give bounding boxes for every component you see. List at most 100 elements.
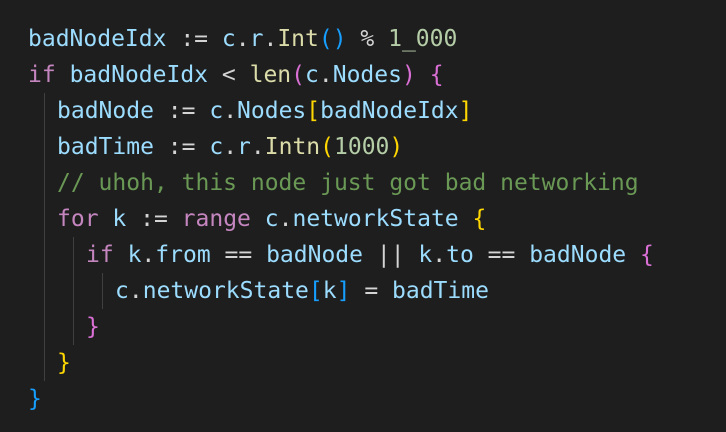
code-line-6: for k := range c.networkState { bbox=[0, 201, 726, 237]
code-line-2: if badNodeIdx < len(c.Nodes) { bbox=[0, 57, 726, 93]
token: . bbox=[128, 278, 143, 304]
indent-guide bbox=[73, 237, 74, 273]
token: } bbox=[86, 314, 100, 340]
token: . bbox=[263, 26, 278, 52]
indent-guide bbox=[102, 273, 103, 309]
token: badTime bbox=[392, 278, 489, 304]
code-line-8: c.networkState[k] = badTime bbox=[0, 273, 726, 309]
indent-guide bbox=[44, 237, 45, 273]
token: . bbox=[318, 62, 333, 88]
token: c bbox=[305, 62, 319, 88]
token: == bbox=[473, 242, 530, 268]
token: . bbox=[250, 134, 265, 160]
token: badNodeIdx bbox=[320, 98, 459, 124]
token: . bbox=[141, 242, 156, 268]
token: ) bbox=[401, 62, 416, 88]
token: || bbox=[363, 242, 419, 268]
token: c bbox=[209, 98, 224, 124]
token: { bbox=[472, 206, 487, 232]
indent-guide bbox=[44, 129, 45, 165]
code-line-3: badNode := c.Nodes[badNodeIdx] bbox=[0, 93, 726, 129]
token: ) bbox=[389, 134, 404, 160]
token: ] bbox=[458, 98, 473, 124]
token: from bbox=[155, 242, 211, 268]
token: for bbox=[57, 206, 99, 232]
token: . bbox=[432, 242, 447, 268]
token: [ bbox=[308, 278, 323, 304]
token: badTime bbox=[57, 134, 154, 160]
token: r bbox=[249, 26, 264, 52]
token: networkState bbox=[142, 278, 309, 304]
token: c bbox=[221, 26, 236, 52]
token: } bbox=[28, 386, 42, 412]
indent-guide bbox=[44, 309, 45, 345]
token: } bbox=[57, 350, 71, 376]
token: Nodes bbox=[237, 98, 307, 124]
token: < bbox=[208, 62, 250, 88]
token: k bbox=[112, 206, 127, 232]
token: k bbox=[127, 242, 142, 268]
indent-guide bbox=[44, 93, 45, 129]
indent-guide bbox=[73, 309, 74, 345]
token: k bbox=[418, 242, 433, 268]
token: 1000 bbox=[334, 134, 390, 160]
code-line-10: } bbox=[0, 345, 726, 381]
token: range bbox=[181, 206, 251, 232]
indent-guide bbox=[44, 273, 45, 309]
token: 1_000 bbox=[388, 26, 458, 52]
token: c bbox=[209, 134, 224, 160]
token: . bbox=[278, 206, 293, 232]
code-line-5: // uhoh, this node just got bad networki… bbox=[0, 165, 726, 201]
token: := bbox=[153, 134, 210, 160]
token: = bbox=[350, 278, 393, 304]
token: badNode bbox=[529, 242, 627, 268]
indent-guide bbox=[44, 201, 45, 237]
token: badNode bbox=[57, 98, 154, 124]
token: to bbox=[446, 242, 474, 268]
token: r bbox=[237, 134, 251, 160]
token: := bbox=[126, 206, 182, 232]
token: Nodes bbox=[332, 62, 402, 88]
indent-guide bbox=[44, 345, 45, 381]
token: c bbox=[264, 206, 279, 232]
indent-guide bbox=[44, 165, 45, 201]
token: . bbox=[223, 98, 238, 124]
code-line-9: } bbox=[0, 309, 726, 345]
token: ] bbox=[336, 278, 351, 304]
token: . bbox=[223, 134, 238, 160]
token: ( bbox=[291, 62, 305, 88]
token: [ bbox=[306, 98, 321, 124]
indent-guide bbox=[73, 273, 74, 309]
code-editor[interactable]: badNodeIdx := c.r.Int() % 1_000 if badNo… bbox=[0, 0, 726, 432]
token: badNode bbox=[266, 242, 363, 268]
token: Intn bbox=[264, 134, 321, 160]
token: badNodeIdx bbox=[69, 62, 209, 88]
token: % bbox=[346, 26, 389, 52]
code-comment: // uhoh, this node just got bad networki… bbox=[57, 170, 639, 196]
code-line-7: if k.from == badNode || k.to == badNode … bbox=[0, 237, 726, 273]
token: networkState bbox=[292, 206, 459, 232]
code-line-11: } bbox=[0, 381, 726, 417]
token: := bbox=[153, 98, 210, 124]
token: := bbox=[166, 26, 222, 52]
token: ( bbox=[320, 134, 335, 160]
token: if bbox=[86, 242, 114, 268]
token: () bbox=[318, 26, 347, 52]
token: c bbox=[115, 278, 129, 304]
code-line-1: badNodeIdx := c.r.Int() % 1_000 bbox=[0, 21, 726, 57]
token: len bbox=[249, 62, 292, 88]
token: . bbox=[235, 26, 250, 52]
token: Int bbox=[277, 26, 319, 52]
token: k bbox=[322, 278, 337, 304]
token: == bbox=[210, 242, 267, 268]
token: if bbox=[28, 62, 56, 88]
token: badNodeIdx bbox=[28, 26, 167, 52]
token: { bbox=[429, 62, 444, 88]
